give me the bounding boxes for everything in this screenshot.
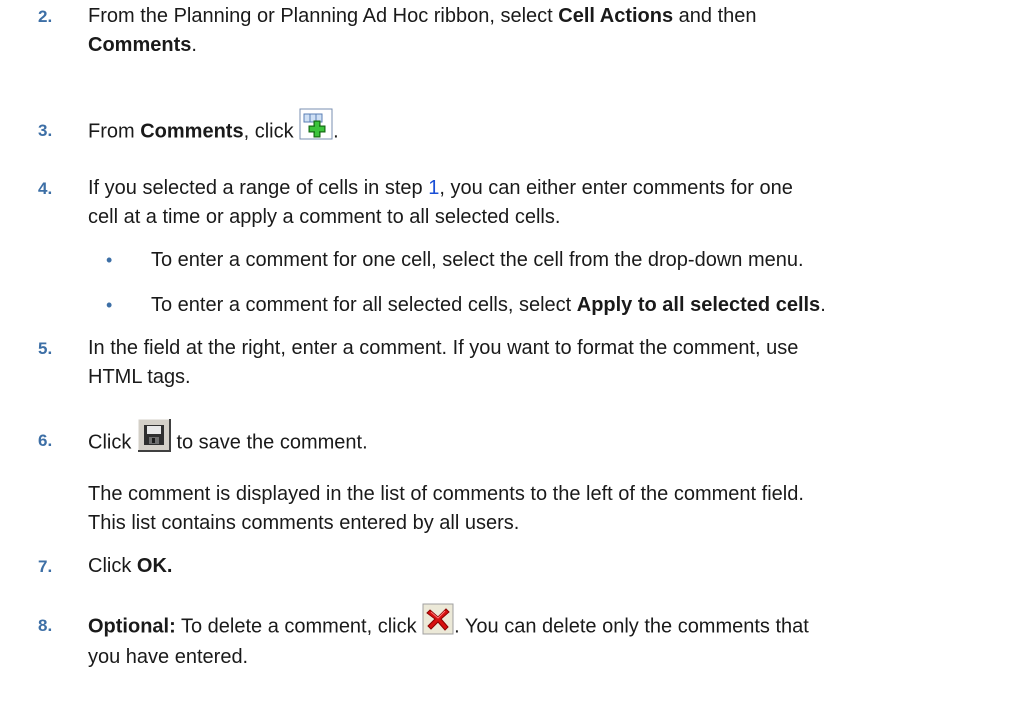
step-text: In the field at the right, enter a comme… — [88, 337, 799, 388]
step-7: 7. Click OK. — [38, 552, 998, 581]
step-8: 8. Optional: To delete a comment, click … — [38, 603, 998, 672]
save-icon[interactable] — [137, 418, 171, 452]
bullet-item: • To enter a comment for one cell, selec… — [106, 246, 1026, 275]
step-number: 8. — [38, 616, 53, 635]
optional-label: Optional: — [88, 615, 176, 638]
bullet-item: • To enter a comment for all selected ce… — [106, 291, 1026, 320]
step-number: 2. — [38, 7, 53, 26]
ui-term: OK. — [136, 555, 173, 577]
ui-term: Cell Actions — [558, 5, 674, 27]
add-comment-icon[interactable] — [299, 108, 333, 140]
step-text: If you selected a range of cells in step… — [88, 177, 793, 228]
ui-term: Apply to all selected cells — [576, 294, 821, 316]
ui-term: Comments — [140, 120, 244, 143]
step-number: 6. — [38, 431, 53, 450]
step-2: 2. From the Planning or Planning Ad Hoc … — [38, 2, 998, 60]
step-link[interactable]: 1 — [428, 177, 439, 199]
step-number: 5. — [38, 339, 53, 358]
document-page: 2. From the Planning or Planning Ad Hoc … — [0, 0, 1036, 704]
bullet-dot: • — [106, 295, 113, 315]
bullet-dot: • — [106, 250, 113, 270]
delete-icon[interactable] — [422, 603, 454, 635]
step-text: Optional: To delete a comment, click . Y… — [88, 603, 998, 672]
step-text: Click to save the comment. — [88, 418, 998, 460]
step-number: 3. — [38, 121, 53, 140]
step-number: 7. — [38, 557, 53, 576]
step-text: From Comments, click . — [88, 108, 998, 148]
step-6: 6. Click to save the comment. — [38, 418, 998, 460]
step-number: 4. — [38, 179, 53, 198]
step-5: 5. In the field at the right, enter a co… — [38, 334, 998, 392]
step-text: From the Planning or Planning Ad Hoc rib… — [88, 5, 757, 56]
ui-term: Comments — [88, 34, 192, 56]
step-text: Click OK. — [88, 555, 173, 577]
step-4: 4. If you selected a range of cells in s… — [38, 174, 998, 232]
step-3: 3. From Comments, click . — [38, 108, 998, 148]
step-6-result: The comment is displayed in the list of … — [88, 483, 804, 534]
